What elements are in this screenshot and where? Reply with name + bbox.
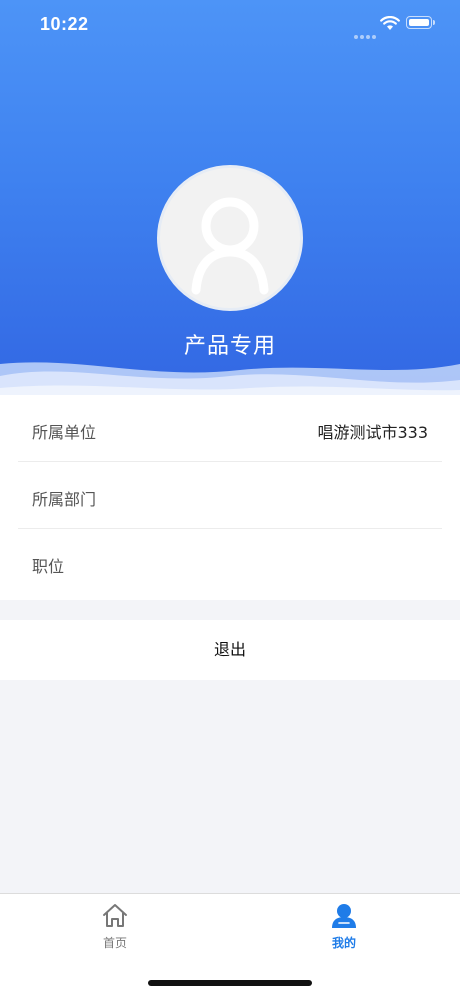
info-row-unit: 所属单位 唱游测试市333 (18, 395, 442, 462)
battery-icon (406, 16, 435, 29)
logout-button[interactable]: 退出 (0, 620, 460, 680)
unit-label: 所属单位 (32, 423, 97, 442)
info-row-position: 职位 (18, 529, 442, 596)
status-bar: 10:22 (0, 0, 460, 50)
unit-value: 唱游测试市333 (317, 423, 428, 442)
tab-home[interactable]: 首页 (75, 902, 155, 951)
avatar[interactable] (157, 165, 303, 311)
position-label: 职位 (32, 557, 65, 576)
profile-header: 10:22 产品专用 (0, 0, 460, 395)
info-row-department: 所属部门 (18, 462, 442, 529)
tab-mine[interactable]: 我的 (304, 902, 384, 951)
department-label: 所属部门 (32, 490, 97, 509)
tab-mine-label: 我的 (331, 936, 356, 950)
user-avatar-icon (191, 197, 269, 295)
info-card: 所属单位 唱游测试市333 所属部门 职位 (0, 395, 460, 600)
signal-icon (354, 24, 378, 43)
wave-decoration (0, 362, 460, 395)
wifi-icon (380, 15, 400, 35)
home-indicator (148, 980, 312, 986)
tab-home-label: 首页 (102, 936, 127, 950)
status-time: 10:22 (40, 14, 89, 34)
user-icon (332, 904, 356, 928)
home-icon (103, 904, 127, 927)
